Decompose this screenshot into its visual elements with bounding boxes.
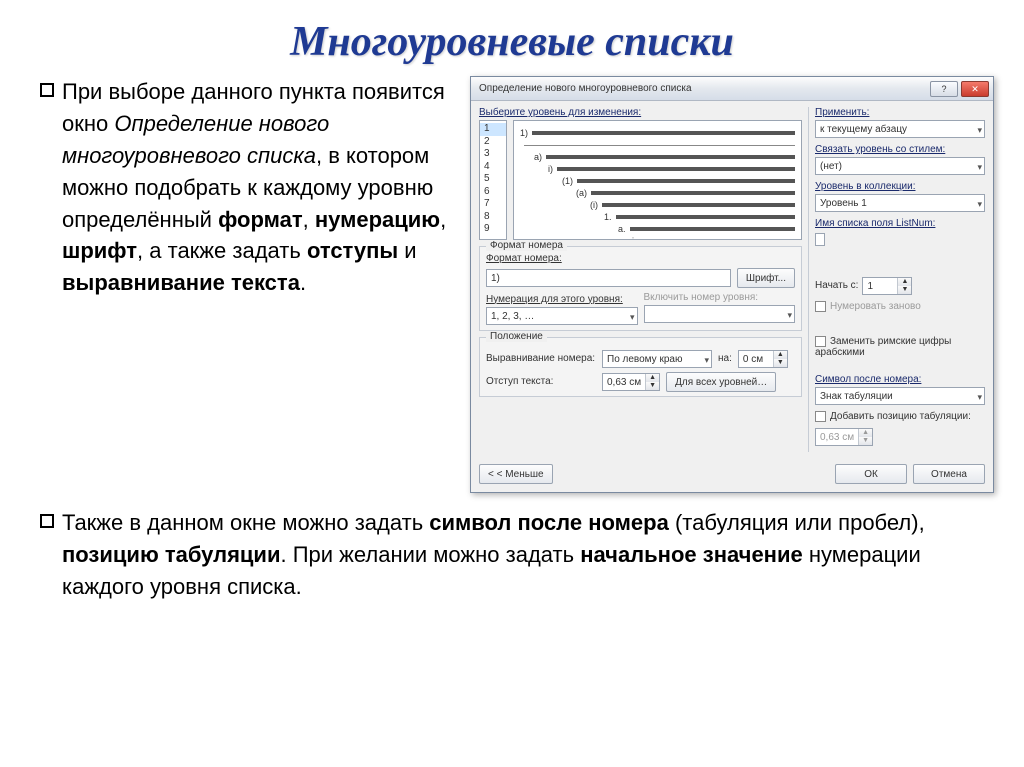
text-bold: шрифт xyxy=(62,238,137,263)
preview-label: (1) xyxy=(562,176,573,186)
label-alignment: Выравнивание номера: xyxy=(486,353,596,364)
level-item[interactable]: 4 xyxy=(480,161,506,174)
dialog-titlebar[interactable]: Определение нового многоуровневого списк… xyxy=(471,77,993,101)
help-button[interactable]: ? xyxy=(930,81,958,97)
numbering-combo[interactable]: 1, 2, 3, … xyxy=(486,307,638,325)
text-bold: позицию табуляции xyxy=(62,542,281,567)
label-number-format: Формат номера: xyxy=(486,253,795,264)
bullet-icon xyxy=(40,514,54,528)
roman-checkbox[interactable]: Заменить римские цифры арабскими xyxy=(815,336,985,358)
close-button[interactable]: ✕ xyxy=(961,81,989,97)
tabpos-spinner: 0,63 см▲▼ xyxy=(815,428,873,446)
label-link-style: Связать уровень со стилем: xyxy=(815,144,985,155)
label-include-level: Включить номер уровня: xyxy=(644,292,796,303)
slide-title: Многоуровневые списки xyxy=(0,0,1024,76)
label-start: Начать с: xyxy=(815,280,858,291)
paragraph-1: При выборе данного пункта появится окно … xyxy=(40,76,460,493)
text-run: Также в данном окне можно задать xyxy=(62,510,429,535)
dialog-multilevel-list: Определение нового многоуровневого списк… xyxy=(470,76,994,493)
level-item[interactable]: 6 xyxy=(480,186,506,199)
group-number-format: Формат номера Формат номера: 1) Шрифт...… xyxy=(479,246,802,331)
level-listbox[interactable]: 1 2 3 4 5 6 7 8 9 xyxy=(479,120,507,240)
text-bold: символ после номера xyxy=(429,510,669,535)
preview-label: 1. xyxy=(604,212,612,222)
preview-label: a) xyxy=(534,152,542,162)
checkbox-label: Добавить позицию табуляции: xyxy=(830,411,971,422)
level-item[interactable]: 5 xyxy=(480,173,506,186)
indent-spinner[interactable]: 0,63 см▲▼ xyxy=(602,373,660,391)
ok-button[interactable]: ОК xyxy=(835,464,907,484)
text-run: . При желании можно задать xyxy=(281,542,581,567)
text-bold: отступы xyxy=(307,238,398,263)
spinner-value: 0,63 см xyxy=(816,429,858,445)
label-numbering: Нумерация для этого уровня: xyxy=(486,294,638,305)
preview-label: (a) xyxy=(576,188,587,198)
dialog-title: Определение нового многоуровневого списк… xyxy=(479,83,692,94)
label-apply: Применить: xyxy=(815,107,985,118)
group-legend: Положение xyxy=(486,331,547,342)
all-levels-button[interactable]: Для всех уровней… xyxy=(666,372,776,392)
alignment-combo[interactable]: По левому краю xyxy=(602,350,712,368)
text-bold: выравнивание текста xyxy=(62,270,300,295)
text-run: , а также задать xyxy=(137,238,307,263)
symbol-after-combo[interactable]: Знак табуляции xyxy=(815,387,985,405)
preview-label: (i) xyxy=(590,200,598,210)
text-run: , xyxy=(303,207,315,232)
group-position: Положение Выравнивание номера: По левому… xyxy=(479,337,802,397)
label-collection: Уровень в коллекции: xyxy=(815,181,985,192)
level-item[interactable]: 7 xyxy=(480,198,506,211)
listnum-input[interactable] xyxy=(815,233,825,246)
spinner-value: 0 см xyxy=(739,351,773,367)
font-button[interactable]: Шрифт... xyxy=(737,268,795,288)
level-item[interactable]: 3 xyxy=(480,148,506,161)
at-spinner[interactable]: 0 см▲▼ xyxy=(738,350,788,368)
level-item[interactable]: 2 xyxy=(480,136,506,149)
spinner-value: 1 xyxy=(863,278,897,294)
label-text-indent: Отступ текста: xyxy=(486,376,596,387)
label-listnum: Имя списка поля ListNum: xyxy=(815,218,985,229)
label-pick-level: Выберите уровень для изменения: xyxy=(479,107,802,118)
text-bold: начальное значение xyxy=(580,542,803,567)
preview-label: i. xyxy=(632,236,637,240)
apply-combo[interactable]: к текущему абзацу xyxy=(815,120,985,138)
bullet-icon xyxy=(40,83,54,97)
label-symbol-after: Символ после номера: xyxy=(815,374,985,385)
spinner-value: 0,63 см xyxy=(603,374,645,390)
level-item[interactable]: 8 xyxy=(480,211,506,224)
paragraph-2: Также в данном окне можно задать символ … xyxy=(0,493,1024,603)
number-format-input[interactable]: 1) xyxy=(486,269,731,287)
level-preview: 1) a) i) (1) (a) (i) 1. a. i. xyxy=(513,120,802,240)
text-bold: формат xyxy=(218,207,303,232)
preview-label: 1) xyxy=(520,128,528,138)
level-item[interactable]: 9 xyxy=(480,223,506,236)
less-button[interactable]: < < Меньше xyxy=(479,464,553,484)
start-spinner[interactable]: 1▲▼ xyxy=(862,277,912,295)
restart-checkbox: Нумеровать заново xyxy=(815,301,985,312)
checkbox-label: Нумеровать заново xyxy=(830,301,921,312)
collection-combo[interactable]: Уровень 1 xyxy=(815,194,985,212)
level-item[interactable]: 1 xyxy=(480,123,506,136)
text-run: (табуляция или пробел), xyxy=(669,510,925,535)
tabpos-checkbox[interactable]: Добавить позицию табуляции: xyxy=(815,411,985,422)
cancel-button[interactable]: Отмена xyxy=(913,464,985,484)
checkbox-label: Заменить римские цифры арабскими xyxy=(815,336,951,358)
link-style-combo[interactable]: (нет) xyxy=(815,157,985,175)
preview-label: a. xyxy=(618,224,626,234)
label-at: на: xyxy=(718,353,732,364)
text-run: , xyxy=(440,207,446,232)
text-bold: нумерацию xyxy=(315,207,440,232)
group-legend: Формат номера xyxy=(486,240,567,251)
text-run: и xyxy=(398,238,416,263)
preview-label: i) xyxy=(548,164,553,174)
text-run: . xyxy=(300,270,306,295)
include-level-combo xyxy=(644,305,796,323)
